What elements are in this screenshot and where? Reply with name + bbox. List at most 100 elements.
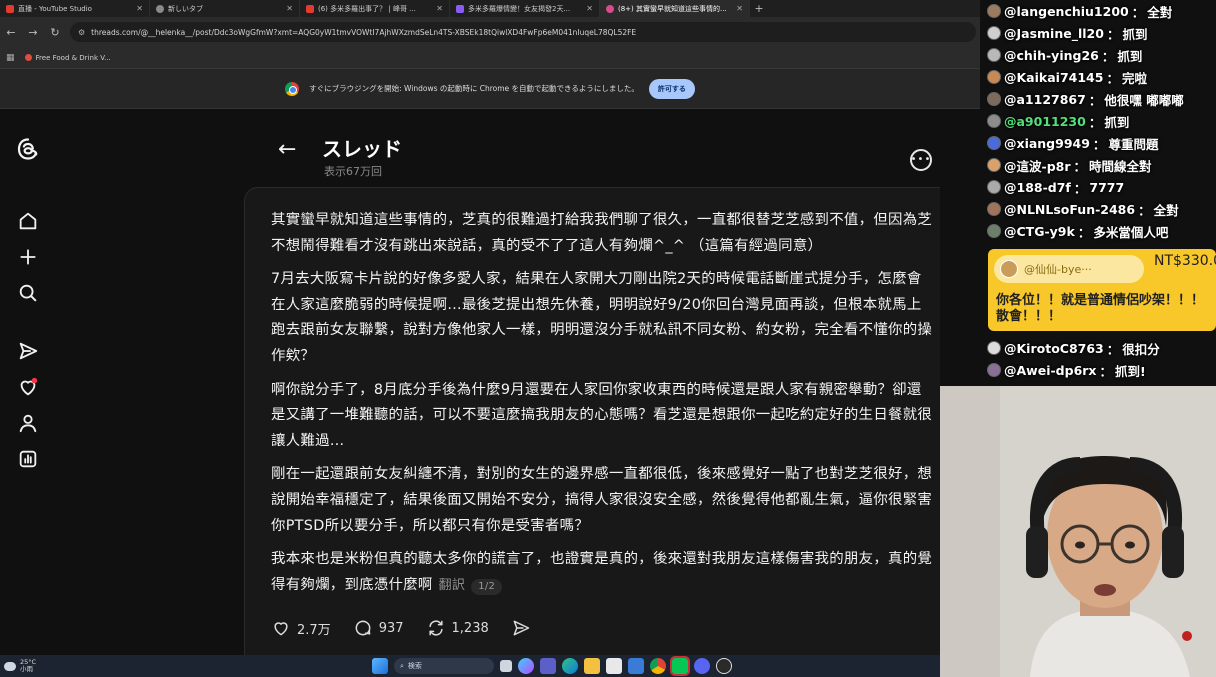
site-info-icon[interactable]: ⚙: [78, 28, 85, 37]
heart-icon: [274, 622, 288, 636]
thread-main: ← スレッド 表示67万回 ••• 其實蠻早就知道這些事情的，芝真的很難過打給我…: [58, 109, 940, 655]
weather-widget[interactable]: 25°C 小雨: [0, 659, 36, 673]
repost-icon: [428, 620, 443, 636]
bookmark-favicon: [24, 54, 32, 61]
threads-logo-icon[interactable]: [16, 137, 40, 161]
chat-message: @Kaikai74145：完啦: [987, 66, 1147, 88]
avatar: [987, 136, 1001, 150]
close-icon[interactable]: ✕: [436, 4, 443, 13]
more-options-icon[interactable]: •••: [910, 149, 932, 171]
url-text: threads.com/@__helenka__/post/Ddc3oWgGfm…: [91, 27, 637, 37]
page-title: スレッド: [322, 137, 402, 161]
avatar: [987, 70, 1001, 84]
chat-message: @a1127867：他很嘿 嘟嘟嘟: [987, 88, 1184, 110]
browser-tab-3[interactable]: (6) 多米多羅出事了？ | 峰哥 ... ✕: [300, 0, 450, 17]
comment-button[interactable]: 937: [353, 618, 404, 638]
webcam-feed: [940, 386, 1216, 677]
new-tab-button[interactable]: +: [750, 2, 768, 15]
store-icon[interactable]: [606, 658, 622, 674]
chat-message: @CTG-y9k：多米當個人吧: [987, 220, 1168, 242]
home-icon[interactable]: [16, 209, 40, 233]
avatar: [987, 48, 1001, 62]
browser-tab-5[interactable]: (8+) 其實蠻早就知道這些事情的... ✕: [600, 0, 750, 17]
info-text: すぐにブラウジングを開始: Windows の起動時に Chrome を自動で起…: [309, 84, 639, 93]
taskbar-search-input[interactable]: ⌕ 検索: [394, 658, 494, 674]
bookmark-item[interactable]: Free Food & Drink V...: [24, 54, 111, 62]
avatar: [987, 114, 1001, 128]
browser-tab-1[interactable]: 直播 - YouTube Studio ✕: [0, 0, 150, 17]
comment-icon: [355, 620, 371, 636]
back-icon[interactable]: ←: [4, 26, 18, 39]
avatar: [987, 202, 1001, 216]
chrome-icon: [285, 81, 300, 96]
chat-message: @xiang9949：尊重問題: [987, 132, 1158, 154]
close-icon[interactable]: ✕: [586, 4, 593, 13]
profile-icon[interactable]: [16, 411, 40, 435]
post-actions: 2.7万 937 1,238: [271, 618, 531, 638]
like-button[interactable]: 2.7万: [271, 618, 331, 638]
insights-icon[interactable]: [16, 447, 40, 471]
forward-icon[interactable]: →: [26, 26, 40, 39]
cloud-rain-icon: [4, 661, 16, 671]
chat-message: @langenchiu1200：全對: [987, 0, 1172, 22]
feather-icon: [456, 4, 464, 13]
avatar: [987, 26, 1001, 40]
share-button[interactable]: [511, 618, 531, 638]
thread-header: ← スレッド 表示67万回: [278, 131, 718, 181]
line-icon[interactable]: [670, 656, 690, 676]
avatar: [1000, 260, 1018, 278]
chat-message: @a9011230：抓到: [987, 110, 1129, 132]
donation-amount: NT$330.00: [1154, 253, 1216, 269]
page-indicator: 1/2: [471, 578, 503, 595]
avatar: [987, 92, 1001, 106]
taskbar-apps: ⌕ 検索: [372, 656, 732, 676]
reload-icon[interactable]: ↻: [48, 26, 62, 39]
back-arrow-icon[interactable]: ←: [278, 137, 296, 162]
avatar: [987, 224, 1001, 238]
donation-message: 你各位！！就是普通情侶吵架！！！散會！！！: [996, 293, 1205, 324]
address-bar: ← → ↻ ⚙ threads.com/@__helenka__/post/Dd…: [0, 17, 980, 47]
activity-heart-icon[interactable]: [16, 375, 40, 399]
app-icon[interactable]: [628, 658, 644, 674]
create-icon[interactable]: [16, 245, 40, 269]
browser-tab-2[interactable]: 新しいタブ ✕: [150, 0, 300, 17]
teams-icon[interactable]: [540, 658, 556, 674]
windows-taskbar: 25°C 小雨 ⌕ 検索: [0, 655, 940, 677]
threads-icon: [606, 4, 614, 13]
task-view-icon[interactable]: [500, 660, 512, 672]
file-explorer-icon[interactable]: [584, 658, 600, 674]
chat-message: @NLNLsoFun-2486：全對: [987, 198, 1179, 220]
edge-icon[interactable]: [562, 658, 578, 674]
streamer-image: [940, 386, 1216, 677]
close-icon[interactable]: ✕: [286, 4, 293, 13]
browser-tab-4[interactable]: 多米多羅爆情變！女友揭發2天... ✕: [450, 0, 600, 17]
chat-message: @KirotoC8763：很扣分: [987, 337, 1160, 359]
discord-icon[interactable]: [694, 658, 710, 674]
close-icon[interactable]: ✕: [736, 4, 743, 13]
avatar: [987, 180, 1001, 194]
translate-link[interactable]: 翻訳: [439, 578, 466, 593]
send-icon[interactable]: [16, 339, 40, 363]
chrome-info-bar: すぐにブラウジングを開始: Windows の起動時に Chrome を自動で起…: [0, 69, 980, 109]
chat-message: @Jasmine_ll20：抓到: [987, 22, 1147, 44]
url-input[interactable]: ⚙ threads.com/@__helenka__/post/Ddc3oWgG…: [70, 22, 976, 42]
copilot-icon[interactable]: [518, 658, 534, 674]
donation-user: @仙仙-bye···: [1024, 263, 1092, 276]
obs-icon[interactable]: [716, 658, 732, 674]
send-icon: [513, 620, 529, 636]
search-icon[interactable]: [16, 281, 40, 305]
thread-post-card: 其實蠻早就知道這些事情的，芝真的很難過打給我我們聊了很久，一直都很替芝芝感到不值…: [244, 187, 940, 655]
windows-start-icon[interactable]: [372, 658, 388, 674]
chrome-taskbar-icon[interactable]: [650, 658, 666, 674]
repost-button[interactable]: 1,238: [426, 618, 489, 638]
allow-button[interactable]: 許可する: [648, 78, 695, 99]
chat-message: @188-d7f： 7777: [987, 176, 1124, 198]
close-icon[interactable]: ✕: [136, 4, 143, 13]
post-paragraph: 其實蠻早就知道這些事情的，芝真的很難過打給我我們聊了很久，一直都很替芝芝感到不值…: [271, 212, 933, 254]
apps-grid-icon[interactable]: ▦: [6, 53, 15, 63]
donation-header: @仙仙-bye···: [994, 255, 1144, 283]
browser-tab-bar: 直播 - YouTube Studio ✕ 新しいタブ ✕ (6) 多米多羅出事…: [0, 0, 980, 17]
bookmark-bar: ▦ Free Food & Drink V...: [0, 47, 980, 69]
chat-message: @chih-ying26：抓到: [987, 44, 1142, 66]
avatar: [987, 158, 1001, 172]
